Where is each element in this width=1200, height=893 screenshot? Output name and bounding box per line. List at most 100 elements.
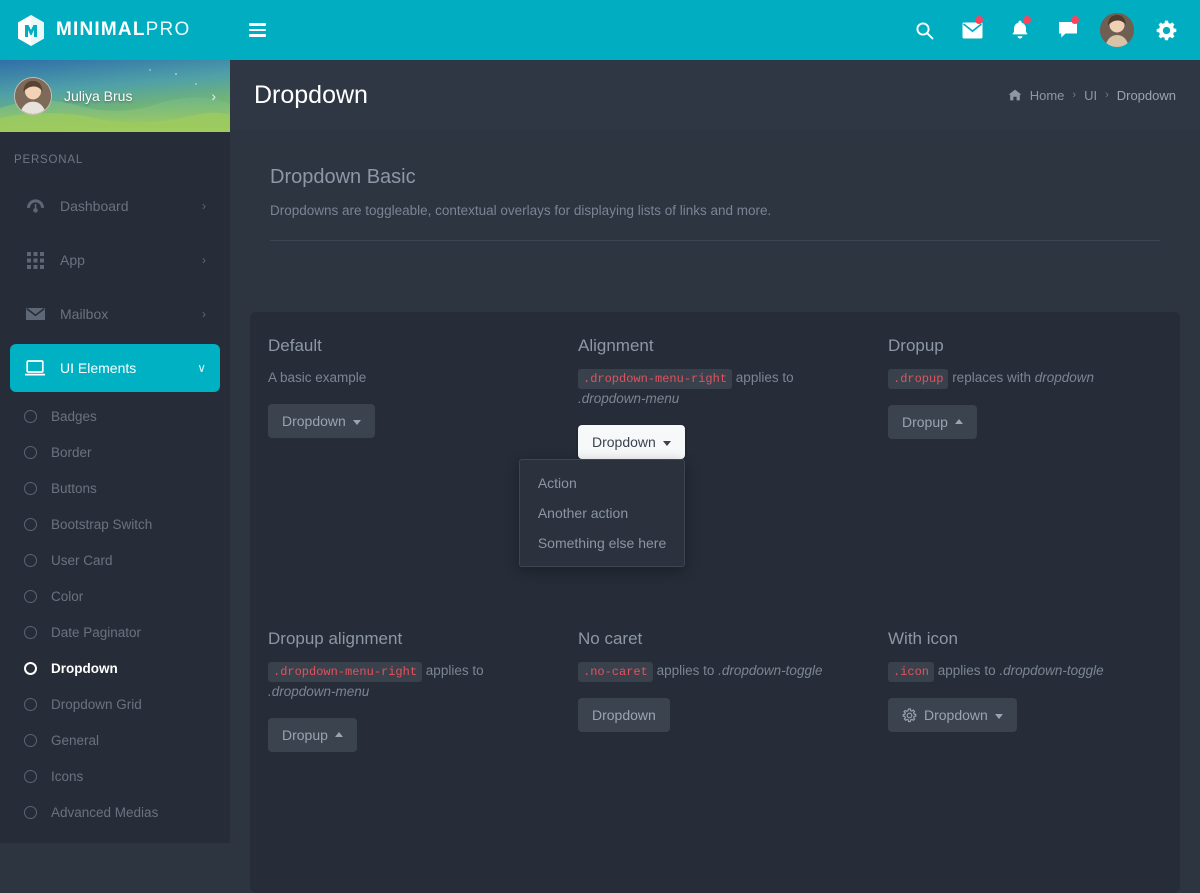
demo-description: .icon applies to .dropdown-toggle (888, 661, 1162, 682)
bell-icon[interactable] (1000, 6, 1040, 54)
button-label: Dropdown (282, 413, 346, 429)
demo-title: No caret (578, 629, 643, 648)
circle-icon (24, 409, 37, 423)
envelope-icon (24, 307, 46, 321)
demo-description: .no-caret applies to .dropdown-toggle (578, 661, 852, 682)
demo-dropup: Dropup .dropup replaces with dropdown Dr… (870, 336, 1180, 459)
circle-icon (24, 445, 37, 459)
caret-up-icon (954, 418, 963, 424)
circle-icon (24, 517, 37, 531)
sidebar-subitem-label: Bootstrap Switch (51, 516, 153, 532)
top-action-group (904, 6, 1200, 54)
dropdown-alignment-button[interactable]: Dropdown (578, 425, 685, 459)
sidebar-subitem-label: General (51, 732, 100, 748)
monitor-icon (24, 360, 46, 376)
dropdown-menu-item[interactable]: Something else here (520, 528, 684, 558)
gear-icon[interactable] (1146, 6, 1186, 54)
breadcrumb-home[interactable]: Home (1030, 88, 1065, 103)
sidebar-subitem-dropdown[interactable]: Dropdown (0, 650, 230, 686)
card-title: Dropdown Basic (270, 166, 416, 188)
circle-icon (24, 733, 37, 747)
profile-avatar (14, 77, 52, 115)
sidebar-item-dashboard[interactable]: Dashboard › (10, 182, 220, 230)
desc-text: applies to (735, 370, 794, 385)
sidebar-item-label: App (60, 252, 85, 268)
brand-name-primary: MINIMAL (56, 19, 146, 40)
sidebar-subitem-color[interactable]: Color (0, 578, 230, 614)
demo-title: Dropup (888, 336, 944, 355)
chat-icon[interactable] (1048, 6, 1088, 54)
sidebar-subitem-dropdown-grid[interactable]: Dropdown Grid (0, 686, 230, 722)
demo-description: .dropdown-menu-right applies to .dropdow… (268, 661, 542, 702)
code-tag: .icon (888, 662, 935, 682)
code-tag: .dropup (888, 369, 949, 389)
desc-text: replaces with (952, 370, 1031, 385)
profile-name: Juliya Brus (64, 88, 133, 104)
demo-description: A basic example (268, 370, 367, 385)
sidebar-subitem-advanced-medias[interactable]: Advanced Medias (0, 794, 230, 830)
desc-text: applies to (425, 663, 484, 678)
search-icon[interactable] (904, 6, 944, 54)
brand-logo[interactable]: MINIMALPRO (0, 0, 230, 60)
dropdown-with-icon-button[interactable]: Dropdown (888, 698, 1017, 732)
sidebar-subitem-label: Dropdown Grid (51, 696, 142, 712)
breadcrumb-current: Dropdown (1116, 87, 1176, 103)
dropup-alignment-button[interactable]: Dropup (268, 718, 357, 752)
mail-icon[interactable] (952, 6, 992, 54)
breadcrumb: Home › UI › Dropdown (1008, 88, 1176, 103)
dropdown-menu-item[interactable]: Another action (520, 498, 684, 528)
sidebar-subitem-label: Advanced Medias (51, 804, 159, 820)
sidebar-subitem-label: Border (51, 444, 92, 460)
breadcrumb-ui[interactable]: UI (1084, 88, 1097, 103)
sidebar-profile[interactable]: Juliya Brus › (0, 60, 230, 132)
circle-icon (24, 589, 37, 603)
button-label: Dropup (902, 414, 948, 430)
bell-badge-dot (1023, 16, 1031, 24)
sidebar-subitem-label: Badges (51, 408, 97, 424)
desc-italic: .dropdown-toggle (999, 663, 1104, 678)
breadcrumb-separator: › (1072, 89, 1077, 101)
circle-icon (24, 553, 37, 567)
chevron-right-icon: › (202, 307, 206, 321)
dropup-button[interactable]: Dropup (888, 405, 977, 439)
caret-down-icon (352, 419, 361, 425)
sidebar-item-app[interactable]: App › (10, 236, 220, 284)
desc-italic: dropdown (1034, 370, 1095, 385)
sidebar-subitem-label: Color (51, 588, 84, 604)
circle-icon (24, 625, 37, 639)
dropdown-default-button[interactable]: Dropdown (268, 404, 375, 438)
circle-icon (24, 661, 37, 675)
sidebar-subitem-icons[interactable]: Icons (0, 758, 230, 794)
sidebar-item-ui-elements[interactable]: UI Elements ∨ (10, 344, 220, 392)
page-title: Dropdown (254, 80, 368, 109)
hexagon-m-logo-icon (16, 14, 46, 47)
sidebar-item-mailbox[interactable]: Mailbox › (10, 290, 220, 338)
demo-with-icon: With icon .icon applies to .dropdown-tog… (870, 629, 1180, 752)
dropdown-no-caret-button[interactable]: Dropdown (578, 698, 670, 732)
demo-alignment: Alignment .dropdown-menu-right applies t… (518, 336, 870, 567)
sidebar-subitem-badges[interactable]: Badges (0, 398, 230, 434)
desc-text: applies to (656, 663, 715, 678)
circle-icon (24, 697, 37, 711)
button-label: Dropdown (592, 434, 656, 450)
avatar[interactable] (1100, 13, 1134, 47)
code-tag: .no-caret (578, 662, 653, 682)
dropdown-alignment-wrapper: Dropdown Action Another action Something… (518, 409, 685, 567)
sidebar-subitem-buttons[interactable]: Buttons (0, 470, 230, 506)
sidebar-subitem-border[interactable]: Border (0, 434, 230, 470)
caret-down-icon (994, 713, 1003, 719)
dropdown-menu-item[interactable]: Action (520, 468, 684, 498)
hamburger-bars (248, 20, 266, 39)
circle-icon (24, 805, 37, 819)
mail-badge-dot (975, 16, 983, 24)
hamburger-icon[interactable] (230, 0, 284, 60)
sidebar-subitem-user-card[interactable]: User Card (0, 542, 230, 578)
sidebar-subitem-general[interactable]: General (0, 722, 230, 758)
sidebar-subitem-bootstrap-switch[interactable]: Bootstrap Switch (0, 506, 230, 542)
demo-row-2: Dropup alignment .dropdown-menu-right ap… (250, 629, 1180, 752)
sidebar-subitem-date-paginator[interactable]: Date Paginator (0, 614, 230, 650)
demo-title: Alignment (578, 336, 654, 355)
sidebar-subitem-label: Date Paginator (51, 624, 142, 640)
sidebar-item-label: Dashboard (60, 198, 129, 214)
sidebar-item-label: UI Elements (60, 360, 137, 376)
